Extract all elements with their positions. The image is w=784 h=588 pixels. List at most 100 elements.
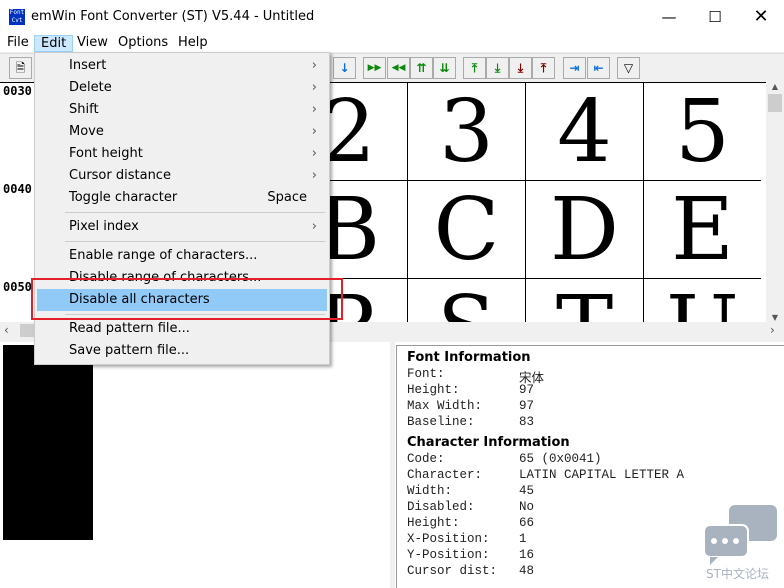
arrow-down-icon[interactable]: ↓ xyxy=(333,57,356,79)
submenu-arrow-icon: › xyxy=(311,80,317,95)
char-info-heading: Character Information xyxy=(407,435,570,450)
menu-item-delete[interactable]: Delete › xyxy=(37,77,327,99)
row-label: 0050 xyxy=(3,280,32,294)
menu-item-label: Pixel index xyxy=(69,219,139,234)
menu-item-toggle-character[interactable]: Toggle character Space xyxy=(37,187,327,209)
info-value: 48 xyxy=(519,564,535,578)
menu-item-cursor-distance[interactable]: Cursor distance › xyxy=(37,165,327,187)
menu-item-label: Save pattern file... xyxy=(69,343,190,358)
insert-top-icon[interactable]: ⤒ xyxy=(463,57,486,79)
menu-options[interactable]: Options xyxy=(112,35,174,52)
remove-top-icon[interactable]: ⤓ xyxy=(509,57,532,79)
new-file-icon[interactable]: 🗎 xyxy=(9,57,32,79)
info-value: 97 xyxy=(519,399,535,413)
info-label: Height: xyxy=(407,516,460,530)
glyph-cell[interactable]: T xyxy=(525,279,643,322)
menu-item-enable-range-of-characters[interactable]: Enable range of characters... xyxy=(37,245,327,267)
next-fast-icon[interactable]: ▶▶ xyxy=(363,57,386,79)
submenu-arrow-icon: › xyxy=(311,58,317,73)
info-label: Cursor dist: xyxy=(407,564,498,578)
menu-item-label: Shift xyxy=(69,102,99,117)
menu-separator xyxy=(65,241,325,242)
info-label: Baseline: xyxy=(407,415,475,429)
info-value: 66 xyxy=(519,516,535,530)
info-value: 65 (0x0041) xyxy=(519,452,602,466)
menu-item-label: Move xyxy=(69,124,104,139)
cursor-right-icon[interactable]: ⇥ xyxy=(563,57,586,79)
prev-fast-icon[interactable]: ◀◀ xyxy=(387,57,410,79)
menu-item-label: Read pattern file... xyxy=(69,321,190,336)
info-value: 45 xyxy=(519,484,535,498)
menu-item-shift[interactable]: Shift › xyxy=(37,99,327,121)
info-value: LATIN CAPITAL LETTER A xyxy=(519,468,685,482)
menu-item-label: Font height xyxy=(69,146,143,161)
menu-item-label: Toggle character xyxy=(69,190,178,205)
menu-item-label: Insert xyxy=(69,58,107,73)
info-value: 1 xyxy=(519,532,527,546)
filter-icon[interactable]: ▽ xyxy=(617,57,640,79)
menu-item-label: Delete xyxy=(69,80,112,95)
cursor-left-icon[interactable]: ⇤ xyxy=(587,57,610,79)
glyph-cell[interactable]: D xyxy=(525,181,643,279)
glyph-cell[interactable]: E xyxy=(643,181,761,279)
info-label: Width: xyxy=(407,484,453,498)
info-value: No xyxy=(519,500,535,514)
info-label: Max Width: xyxy=(407,399,483,413)
menu-item-label: Cursor distance xyxy=(69,168,171,183)
annotation-highlight-box xyxy=(31,278,343,320)
menu-separator xyxy=(65,212,325,213)
watermark-text: ST中文论坛 xyxy=(706,567,769,581)
submenu-arrow-icon: › xyxy=(311,219,317,234)
submenu-arrow-icon: › xyxy=(311,102,317,117)
glyph-cell[interactable]: C xyxy=(407,181,525,279)
vertical-scrollbar[interactable]: ▲ ▼ xyxy=(766,82,784,322)
scroll-up-icon[interactable]: ▲ xyxy=(766,82,784,91)
scroll-right-icon[interactable]: › xyxy=(770,323,775,337)
info-value: 97 xyxy=(519,383,535,397)
last-down-icon[interactable]: ⇊ xyxy=(433,57,456,79)
submenu-arrow-icon: › xyxy=(311,146,317,161)
menu-item-font-height[interactable]: Font height › xyxy=(37,143,327,165)
menu-item-save-pattern-file[interactable]: Save pattern file... xyxy=(37,340,327,362)
info-label: Code: xyxy=(407,452,445,466)
info-label: Height: xyxy=(407,383,460,397)
row-label: 0030 xyxy=(3,84,32,98)
splitter[interactable] xyxy=(390,342,395,588)
menu-item-insert[interactable]: Insert › xyxy=(37,55,327,77)
minimize-button[interactable]: — xyxy=(646,0,692,34)
glyph-cell[interactable]: 5 xyxy=(643,83,761,181)
shortcut-label: Space xyxy=(267,190,307,205)
menu-help[interactable]: Help xyxy=(172,35,214,52)
menu-edit[interactable]: Edit xyxy=(34,35,74,52)
character-preview xyxy=(3,345,93,540)
scroll-down-icon[interactable]: ▼ xyxy=(766,313,784,322)
maximize-button[interactable]: ☐ xyxy=(692,0,738,34)
menu-bar: File Edit View Options Help xyxy=(0,34,784,52)
menu-view[interactable]: View xyxy=(71,35,114,52)
scroll-thumb[interactable] xyxy=(768,94,782,112)
menu-item-pixel-index[interactable]: Pixel index › xyxy=(37,216,327,238)
info-label: X-Position: xyxy=(407,532,490,546)
info-value: 16 xyxy=(519,548,535,562)
menu-item-label: Enable range of characters... xyxy=(69,248,258,263)
menu-item-read-pattern-file[interactable]: Read pattern file... xyxy=(37,318,327,340)
first-up-icon[interactable]: ⇈ xyxy=(410,57,433,79)
info-label: Y-Position: xyxy=(407,548,490,562)
glyph-cell[interactable]: 3 xyxy=(407,83,525,181)
glyph-cell[interactable]: U xyxy=(643,279,761,322)
info-value: 83 xyxy=(519,415,535,429)
menu-file[interactable]: File xyxy=(1,35,35,52)
menu-item-move[interactable]: Move › xyxy=(37,121,327,143)
remove-bottom-icon[interactable]: ⤒ xyxy=(532,57,555,79)
insert-bottom-icon[interactable]: ⤓ xyxy=(486,57,509,79)
glyph-cell[interactable]: S xyxy=(407,279,525,322)
glyph-cell[interactable]: 4 xyxy=(525,83,643,181)
scroll-left-icon[interactable]: ‹ xyxy=(4,323,9,337)
info-label: Disabled: xyxy=(407,500,475,514)
info-label: Character: xyxy=(407,468,483,482)
title-bar: Font Cvt emWin Font Converter (ST) V5.44 … xyxy=(0,0,784,34)
app-icon: Font Cvt xyxy=(9,9,25,25)
font-info-heading: Font Information xyxy=(407,350,531,365)
row-label: 0040 xyxy=(3,182,32,196)
close-button[interactable]: ✕ xyxy=(738,0,784,34)
